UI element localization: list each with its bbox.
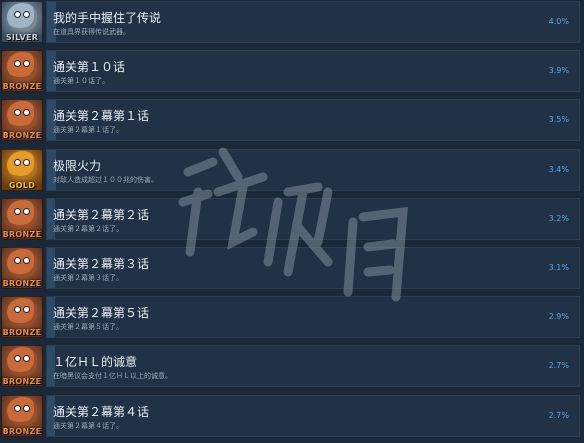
- achievement-title: 通关第２幕第３话: [53, 257, 150, 271]
- eye-icon: [15, 208, 20, 214]
- achievement-title: 通关第１０话: [53, 60, 126, 75]
- achievement-description: 通关第２幕第４话了。: [53, 421, 123, 430]
- achievement-row[interactable]: BRONZE 通关第２幕第２话通关第２幕第２话了。 3.2%: [0, 197, 584, 243]
- achievement-icon: BRONZE: [1, 99, 43, 142]
- prinny-icon: [7, 347, 37, 376]
- unlock-percentage: 3.1%: [548, 263, 569, 272]
- achievement-title: 极限火力: [53, 158, 102, 173]
- achievement-row[interactable]: BRONZE 通关第２幕第４话通关第２幕第４话了。 2.7%: [0, 394, 584, 440]
- unlock-percentage: 2.7%: [548, 361, 569, 371]
- achievement-row[interactable]: BRONZE 通关第２幕第１话通关第２幕第１话了。 3.5%: [0, 98, 584, 144]
- achievement-icon: GOLD: [1, 148, 43, 191]
- eye-icon: [15, 110, 20, 116]
- achievement-description: 在道具界获得传说武器。: [53, 28, 130, 36]
- achievement-icon: BRONZE: [1, 197, 43, 240]
- achievement-icon: BRONZE: [1, 394, 43, 437]
- achievement-description: 通关第２幕第５话了。: [53, 323, 123, 332]
- achievement-icon: BRONZE: [1, 345, 43, 388]
- unlock-percentage: 3.2%: [548, 213, 569, 223]
- eye-icon: [24, 258, 29, 263]
- unlock-percentage: 2.7%: [548, 410, 569, 420]
- eye-icon: [15, 307, 20, 313]
- unlock-percentage: 2.9%: [548, 312, 569, 322]
- unlock-percentage: 3.5%: [548, 115, 569, 125]
- prinny-icon: [7, 199, 37, 228]
- achievement-description: 通关第２幕第３话了。: [53, 274, 123, 282]
- eye-icon: [24, 12, 29, 17]
- prinny-icon: [7, 52, 37, 81]
- achievement-title: 通关第２幕第１话: [53, 109, 150, 124]
- achievement-icon: BRONZE: [1, 50, 43, 93]
- achievement-row[interactable]: GOLD 极限火力对敌人造成超过１００兆的伤害。 3.4%: [0, 148, 584, 194]
- achievement-title: 我的手中握住了传说: [53, 11, 162, 25]
- eye-icon: [15, 61, 20, 67]
- prinny-icon: [7, 3, 37, 31]
- achievement-row[interactable]: BRONZE 通关第２幕第３话通关第２幕第３话了。 3.1%: [0, 246, 584, 292]
- achievement-row[interactable]: BRONZE 通关第２幕第５话通关第２幕第５话了。 2.9%: [0, 295, 584, 341]
- achievement-panel: 通关第２幕第２话通关第２幕第２话了。 3.2%: [46, 197, 580, 240]
- prinny-icon: [7, 396, 37, 425]
- tier-label: BRONZE: [2, 229, 42, 239]
- eye-icon: [24, 110, 29, 116]
- achievement-panel: 通关第２幕第１话通关第２幕第１话了。 3.5%: [46, 99, 580, 142]
- achievement-icon: BRONZE: [1, 247, 43, 289]
- unlock-percentage: 3.9%: [548, 66, 569, 76]
- achievement-panel: 通关第２幕第５话通关第２幕第５话了。 2.9%: [46, 296, 580, 339]
- achievement-icon: BRONZE: [1, 296, 43, 339]
- prinny-icon: [7, 150, 37, 179]
- achievement-icon: SILVER: [1, 1, 43, 43]
- tier-label: SILVER: [5, 33, 39, 42]
- eye-icon: [15, 356, 20, 362]
- eye-icon: [24, 307, 29, 313]
- achievement-panel: 极限火力对敌人造成超过１００兆的伤害。 3.4%: [46, 148, 580, 191]
- achievement-row[interactable]: SILVER 我的手中握住了传说在道具界获得传说武器。 4.0%: [0, 0, 584, 46]
- eye-icon: [24, 61, 29, 67]
- achievement-description: 对敌人造成超过１００兆的伤害。: [53, 175, 158, 184]
- eye-icon: [15, 405, 20, 411]
- tier-label: BRONZE: [2, 426, 42, 436]
- unlock-percentage: 3.4%: [548, 164, 569, 174]
- prinny-icon: [7, 101, 37, 130]
- achievement-description: 通关第１０话了。: [53, 77, 109, 86]
- achievement-title: 通关第２幕第２话: [53, 207, 150, 222]
- tier-label: BRONZE: [2, 279, 42, 288]
- tier-label: BRONZE: [2, 82, 42, 92]
- eye-icon: [15, 12, 20, 17]
- achievement-panel: 通关第２幕第３话通关第２幕第３话了。 3.1%: [46, 247, 580, 289]
- achievement-panel: 通关第１０话通关第１０话了。 3.9%: [46, 50, 580, 93]
- eye-icon: [24, 159, 29, 165]
- eye-icon: [24, 356, 29, 362]
- tier-label: GOLD: [8, 180, 36, 190]
- achievement-description: 通关第２幕第１话了。: [53, 126, 123, 135]
- eye-icon: [15, 258, 20, 263]
- achievement-row[interactable]: BRONZE 通关第１０话通关第１０话了。 3.9%: [0, 49, 584, 95]
- prinny-icon: [7, 298, 37, 327]
- eye-icon: [15, 159, 20, 165]
- tier-label: BRONZE: [2, 377, 42, 387]
- achievement-panel: １亿ＨＬ的诚意在暗黑议会支付１亿ＨＬ以上的诚意。 2.7%: [46, 345, 580, 388]
- achievement-row[interactable]: BRONZE １亿ＨＬ的诚意在暗黑议会支付１亿ＨＬ以上的诚意。 2.7%: [0, 344, 584, 390]
- achievement-description: 在暗黑议会支付１亿ＨＬ以上的诚意。: [53, 372, 172, 381]
- prinny-icon: [7, 249, 37, 277]
- achievement-title: 通关第２幕第５话: [53, 306, 150, 321]
- eye-icon: [24, 405, 29, 411]
- tier-label: BRONZE: [2, 328, 42, 338]
- achievement-panel: 我的手中握住了传说在道具界获得传说武器。 4.0%: [46, 1, 580, 43]
- tier-label: BRONZE: [2, 131, 42, 141]
- achievement-description: 通关第２幕第２话了。: [53, 224, 123, 233]
- achievement-panel: 通关第２幕第４话通关第２幕第４话了。 2.7%: [46, 394, 580, 437]
- unlock-percentage: 4.0%: [548, 17, 569, 26]
- achievement-title: １亿ＨＬ的诚意: [53, 355, 138, 370]
- eye-icon: [24, 208, 29, 214]
- achievement-title: 通关第２幕第４话: [53, 404, 150, 419]
